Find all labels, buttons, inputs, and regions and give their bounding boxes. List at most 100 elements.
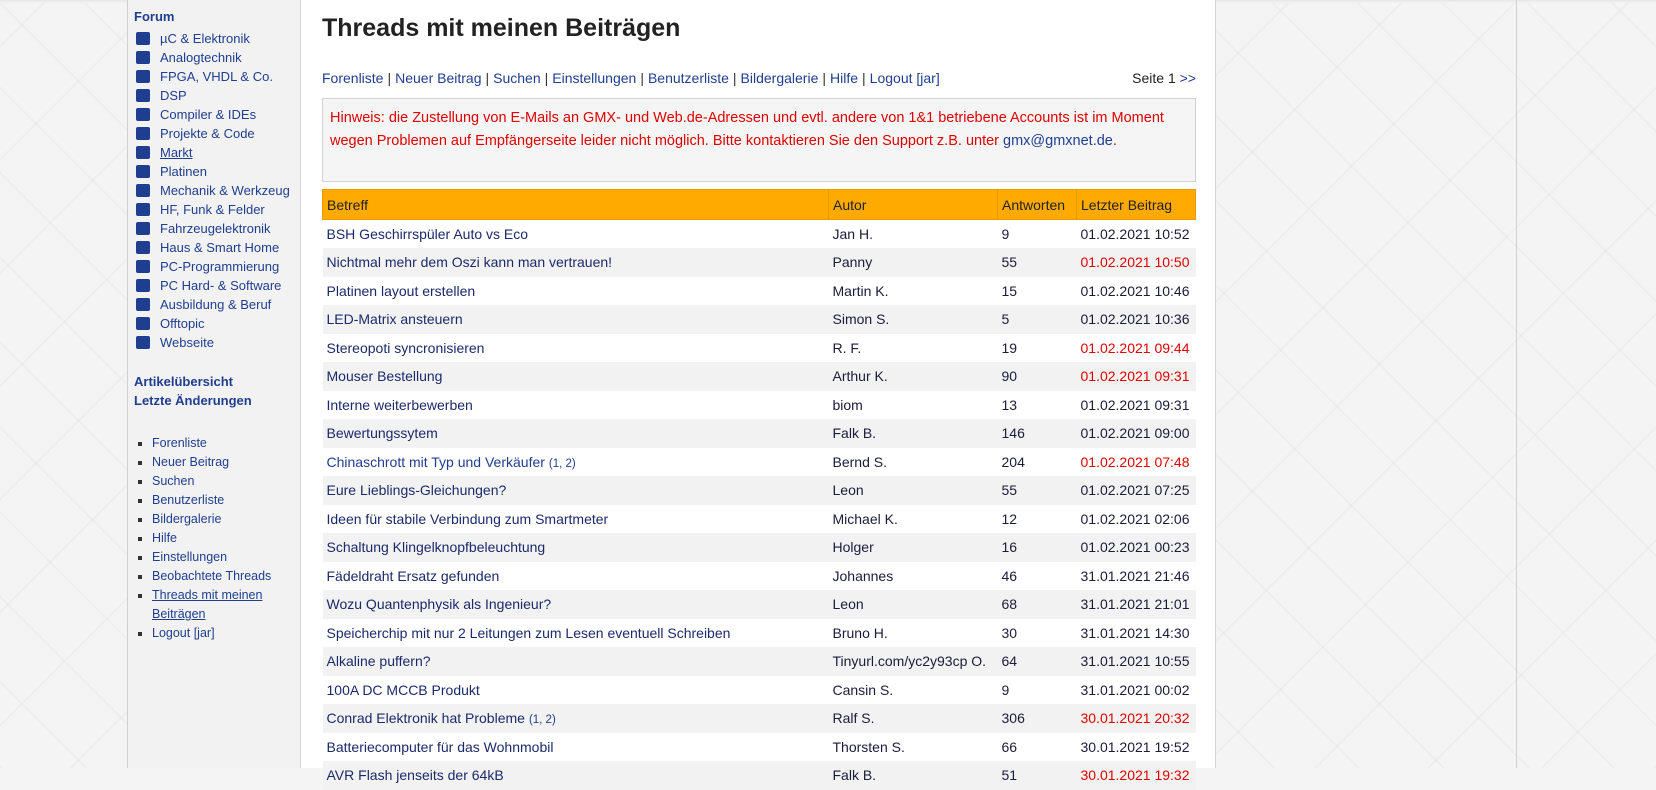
thread-link[interactable]: Ideen für stabile Verbindung zum Smartme… [327,511,609,527]
topnav-link[interactable]: Logout [jar] [870,70,940,86]
forum-link[interactable]: Webseite [160,335,214,350]
table-row: LED-Matrix ansteuern Simon S. 5 01.02.2021 … [322,305,1196,334]
column-header-last-post[interactable]: Letzter Beitrag [1076,189,1196,220]
sidebar-nav-link[interactable]: Logout [jar] [152,626,215,640]
thread-last-post: 01.02.2021 07:48 [1080,453,1190,470]
thread-author: Bernd S. [832,453,887,470]
forum-link[interactable]: PC Hard- & Software [160,278,281,293]
topnav-link[interactable]: Neuer Beitrag [395,70,481,86]
forum-link[interactable]: Projekte & Code [160,126,255,141]
thread-pages[interactable]: (1, 2) [529,714,556,726]
thread-link[interactable]: Eure Lieblings-Gleichungen? [327,482,507,498]
sidebar-nav-link[interactable]: Einstellungen [152,550,227,564]
thread-link[interactable]: 100A DC MCCB Produkt [327,682,480,698]
notice-email-link[interactable]: gmx@gmxnet.de [1003,133,1113,149]
thread-link[interactable]: Platinen layout erstellen [327,283,476,299]
thread-link[interactable]: Speicherchip mit nur 2 Leitungen zum Les… [327,625,731,641]
sidebar-nav-link[interactable]: Forenliste [152,436,207,450]
sidebar-nav-link[interactable]: Neuer Beitrag [152,455,229,469]
thread-link[interactable]: Chinaschrott mit Typ und Verkäufer [327,454,545,470]
recent-changes-link[interactable]: Letzte Änderungen [134,391,300,410]
forum-item[interactable]: Platinen [134,162,300,181]
thread-link[interactable]: Schaltung Klingelknopfbeleuchtung [327,539,546,555]
sidebar-nav-link[interactable]: Suchen [152,474,194,488]
forum-link[interactable]: Ausbildung & Beruf [160,297,271,312]
forum-item[interactable]: Ausbildung & Beruf [134,295,300,314]
forum-item[interactable]: PC Hard- & Software [134,276,300,295]
thread-author: Falk B. [828,419,998,448]
forum-item[interactable]: µC & Elektronik [134,29,300,48]
forum-link[interactable]: Analogtechnik [160,50,242,65]
topnav-link[interactable]: Bildergalerie [741,70,819,86]
forum-link[interactable]: FPGA, VHDL & Co. [160,69,273,84]
forum-link[interactable]: PC-Programmierung [160,259,279,274]
forum-link[interactable]: Offtopic [160,316,205,331]
thread-link[interactable]: AVR Flash jenseits der 64kB [327,767,504,783]
sidebar-nav-link[interactable]: Threads mit meinen Beiträgen [152,588,262,621]
thread-link[interactable]: Fädeldraht Ersatz gefunden [327,568,500,584]
thread-link[interactable]: Wozu Quantenphysik als Ingenieur? [327,596,552,612]
forum-item[interactable]: FPGA, VHDL & Co. [134,67,300,86]
forum-item[interactable]: HF, Funk & Felder [134,200,300,219]
forum-item[interactable]: Compiler & IDEs [134,105,300,124]
forum-item[interactable]: Offtopic [134,314,300,333]
sidebar-forum-heading[interactable]: Forum [134,7,300,26]
forum-link[interactable]: HF, Funk & Felder [160,202,265,217]
thread-pages[interactable]: (1, 2) [549,458,576,470]
articles-overview-link[interactable]: Artikelübersicht [134,372,300,391]
thread-link[interactable]: BSH Geschirrspüler Auto vs Eco [327,226,529,242]
topnav-link[interactable]: Suchen [493,70,540,86]
forum-item[interactable]: Mechanik & Werkzeug [134,181,300,200]
thread-link[interactable]: Conrad Elektronik hat Probleme [327,710,525,726]
topnav-link[interactable]: Benutzerliste [648,70,729,86]
nav-separator: | [640,70,644,86]
forum-link[interactable]: µC & Elektronik [160,31,250,46]
thread-link[interactable]: Bewertungssytem [327,425,438,441]
thread-author: Simon S. [828,305,998,334]
forum-item[interactable]: Analogtechnik [134,48,300,67]
forum-link[interactable]: DSP [160,88,187,103]
threads-body: BSH Geschirrspüler Auto vs Eco Jan H. 9 01.… [322,220,1196,790]
forum-link[interactable]: Mechanik & Werkzeug [160,183,290,198]
column-header-subject[interactable]: Betreff [322,189,829,220]
thread-link[interactable]: Nichtmal mehr dem Oszi kann man vertraue… [327,254,613,270]
thread-author: Thorsten S. [832,738,905,755]
column-header-author[interactable]: Autor [828,189,998,220]
thread-answers: 204 [1001,453,1025,470]
thread-last-post: 01.02.2021 10:46 [1080,282,1190,299]
forum-item[interactable]: DSP [134,86,300,105]
forum-item[interactable]: Projekte & Code [134,124,300,143]
table-row: Fädeldraht Ersatz gefunden Johannes 46 31.0… [323,562,1196,591]
sidebar-nav-link[interactable]: Beobachtete Threads [152,569,271,583]
forum-link[interactable]: Haus & Smart Home [160,240,279,255]
thread-link[interactable]: Interne weiterbewerben [327,397,473,413]
forum-item[interactable]: Webseite [134,333,300,352]
forum-item[interactable]: Haus & Smart Home [134,238,300,257]
topnav-link[interactable]: Einstellungen [552,70,636,86]
thread-link[interactable]: Stereopoti syncronisieren [327,340,485,356]
topnav-link[interactable]: Forenliste [322,70,383,86]
thread-link[interactable]: LED-Matrix ansteuern [327,311,463,327]
thread-link[interactable]: Alkaline puffern? [327,653,431,669]
forum-link[interactable]: Markt [160,145,193,160]
topnav-link[interactable]: Hilfe [830,70,858,86]
sidebar-nav-link[interactable]: Benutzerliste [152,493,224,507]
thread-link[interactable]: Batteriecomputer für das Wohnmobil [327,739,554,755]
thread-link[interactable]: Mouser Bestellung [327,368,443,384]
thread-subject-cell: AVR Flash jenseits der 64kB [322,761,829,790]
forum-item[interactable]: Fahrzeugelektronik [134,219,300,238]
sidebar-nav-link[interactable]: Hilfe [152,531,177,545]
forum-item[interactable]: PC-Programmierung [134,257,300,276]
forum-link[interactable]: Platinen [160,164,207,179]
threads-table: Betreff Autor Antworten Letzter Beitrag … [322,189,1196,790]
thread-answers: 55 [997,248,1077,277]
sidebar-nav-link[interactable]: Bildergalerie [152,512,221,526]
column-header-answers[interactable]: Antworten [997,189,1077,220]
forum-link[interactable]: Fahrzeugelektronik [160,221,271,236]
next-page-link[interactable]: >> [1180,70,1196,86]
forum-link[interactable]: Compiler & IDEs [160,107,256,122]
thread-author: Cansin S. [832,681,894,698]
nav-separator: | [544,70,549,86]
thread-answers: 90 [997,362,1077,391]
forum-item[interactable]: Markt [134,143,300,162]
